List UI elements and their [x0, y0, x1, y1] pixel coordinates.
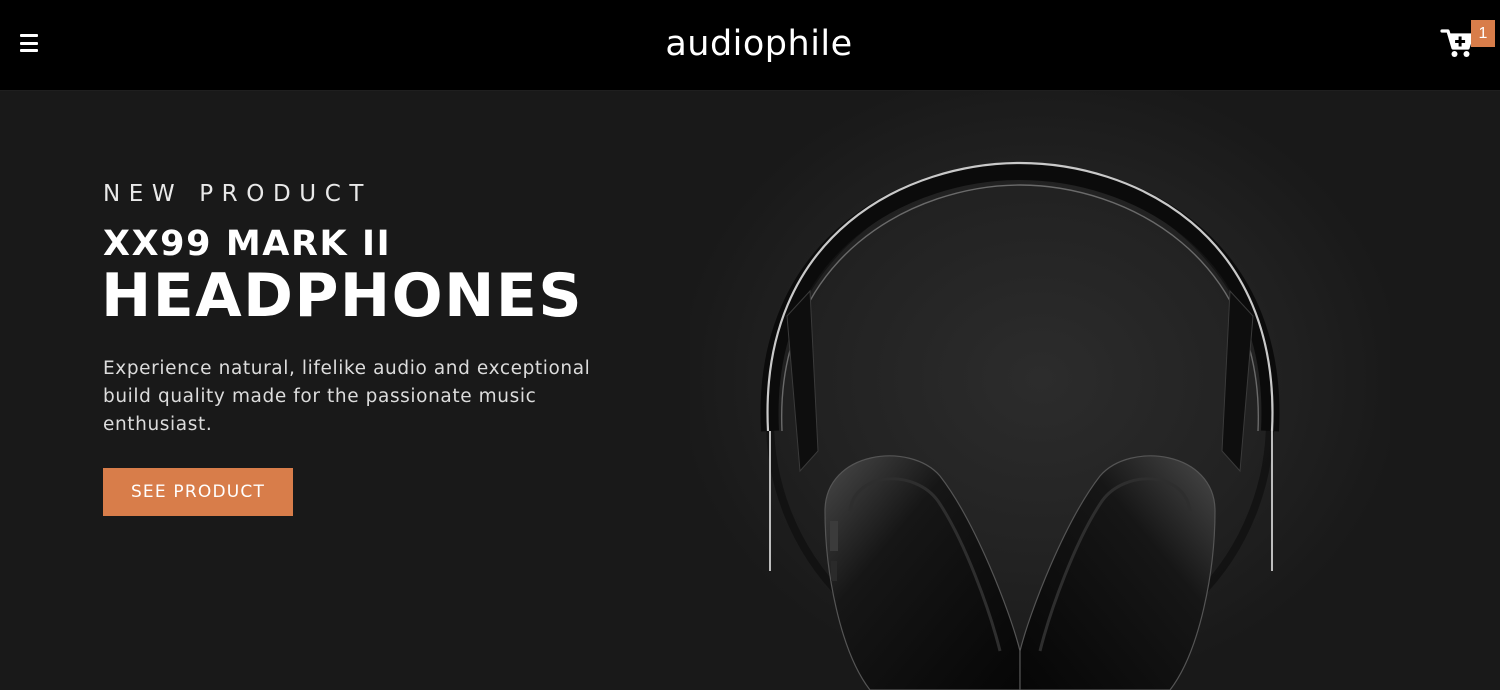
- hero-description: Experience natural, lifelike audio and e…: [103, 358, 591, 435]
- logo-text: audiophile: [665, 24, 853, 64]
- see-product-button[interactable]: SEE PRODUCT: [103, 468, 293, 516]
- hero-section: NEW PRODUCT XX99 MARK II HEADPHONES Expe…: [0, 91, 1500, 690]
- shopping-cart-add-icon: [1440, 29, 1474, 57]
- hero-title-line1: XX99 MARK II: [103, 224, 392, 264]
- top-navigation-bar: audiophile 1: [0, 0, 1500, 91]
- hero-title-line2: HEADPHONES: [101, 261, 584, 331]
- headphones-image: [690, 91, 1390, 690]
- cart-count-badge[interactable]: 1: [1471, 20, 1495, 47]
- site-logo[interactable]: audiophile: [0, 24, 1500, 64]
- hero-overline: NEW PRODUCT: [103, 181, 372, 207]
